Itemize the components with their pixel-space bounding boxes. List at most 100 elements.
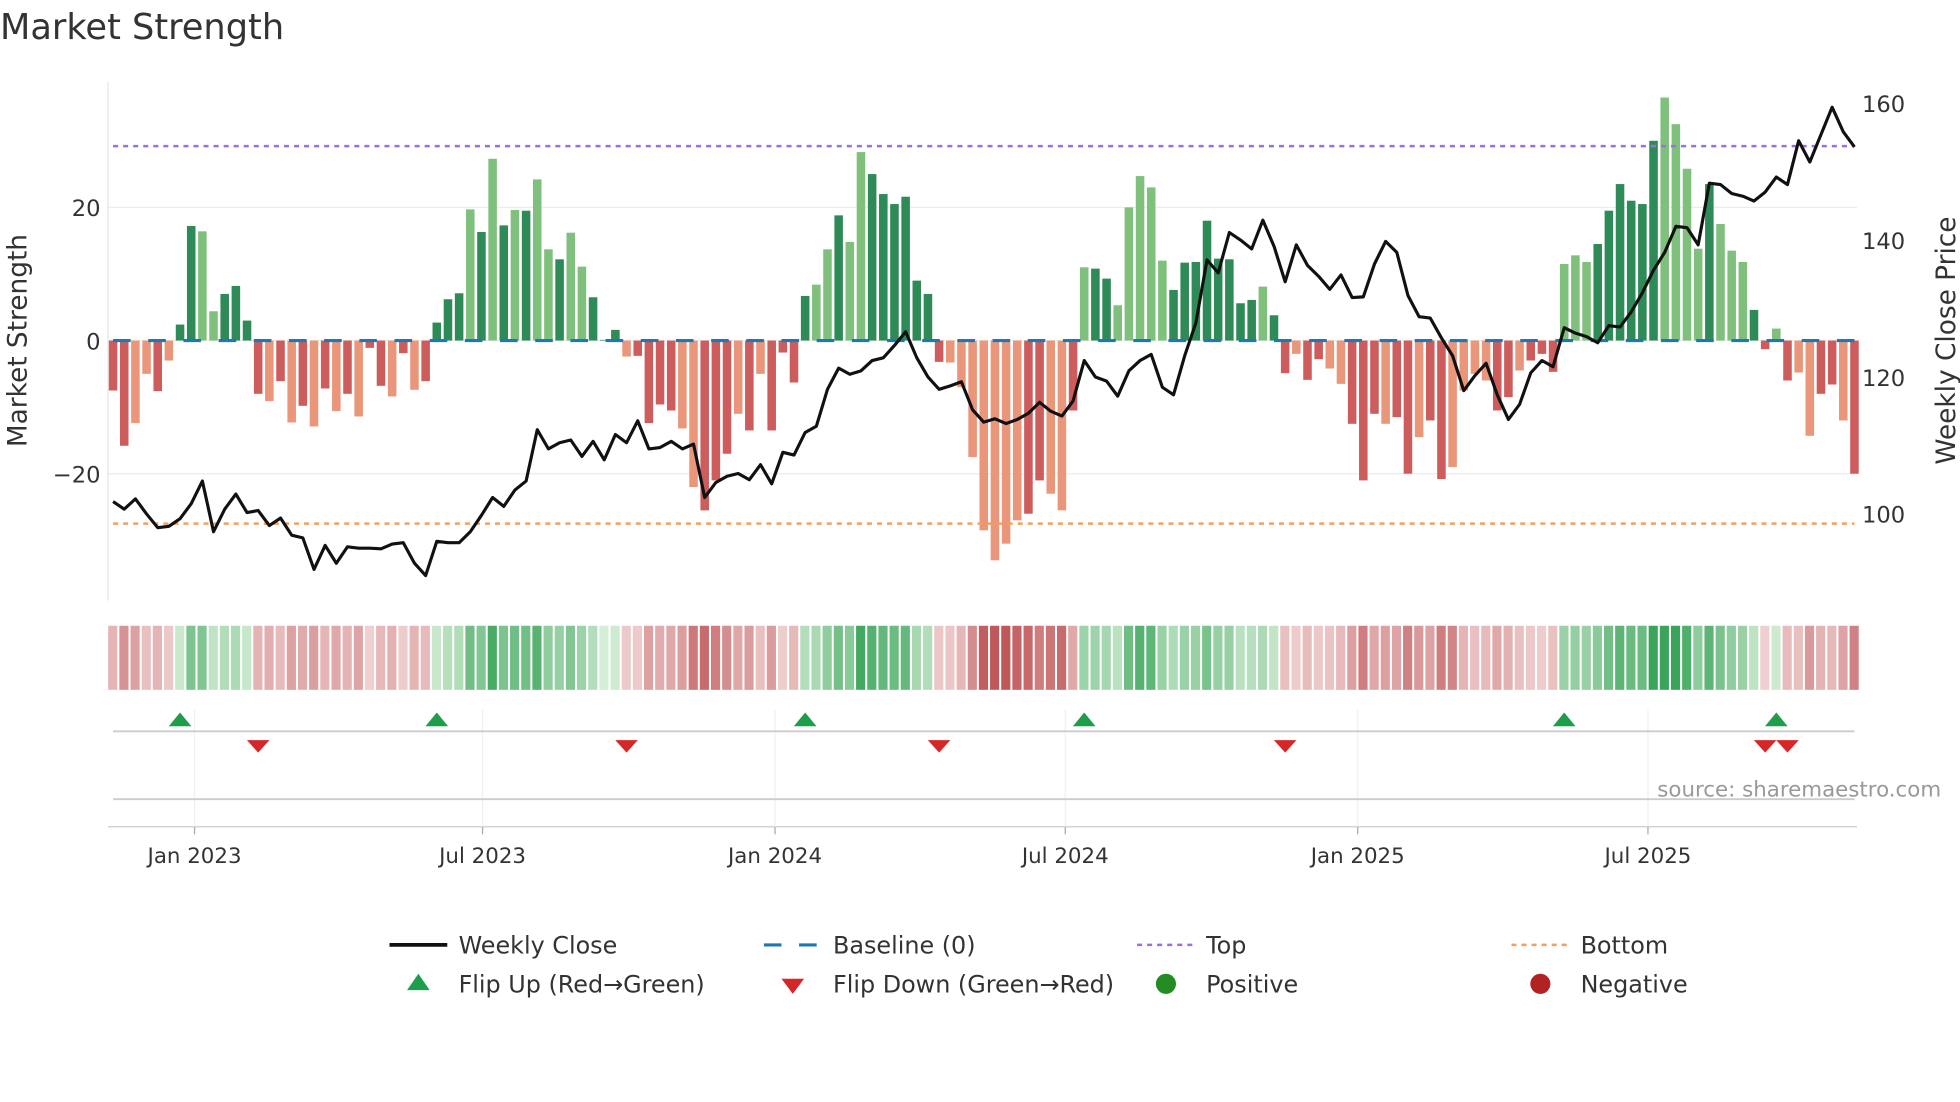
strength-bar xyxy=(387,340,397,397)
heat-cell xyxy=(364,625,375,690)
heat-cell xyxy=(510,625,520,690)
heat-cell xyxy=(141,625,151,690)
strength-bar xyxy=(867,174,877,341)
strength-bar xyxy=(432,322,442,341)
heat-cell xyxy=(1592,625,1602,690)
heat-cell xyxy=(621,625,631,690)
strength-bar xyxy=(1437,340,1446,480)
strength-bar xyxy=(555,259,564,341)
heat-cell xyxy=(1146,625,1156,690)
heat-cell xyxy=(1626,625,1636,690)
strength-bar xyxy=(1504,340,1513,398)
strength-bar xyxy=(1682,168,1692,341)
heat-cell xyxy=(1135,625,1145,690)
strength-bar xyxy=(577,266,587,341)
strength-bar xyxy=(901,196,910,341)
y2-tick-label: 140 xyxy=(1862,229,1905,255)
strength-bar xyxy=(376,340,386,386)
heat-cell xyxy=(1023,625,1033,690)
strength-bar xyxy=(1515,340,1524,371)
strength-bar xyxy=(800,295,810,341)
heat-cell xyxy=(777,625,788,690)
strength-bar xyxy=(1582,261,1591,341)
strength-bar xyxy=(108,340,118,391)
heat-cell xyxy=(1436,625,1446,690)
heat-cell xyxy=(1157,625,1167,690)
strength-bar xyxy=(1012,340,1022,521)
legend: Weekly Close Baseline (0) Top Bottom Flip Up… xyxy=(389,932,1688,999)
strength-bar xyxy=(499,225,509,341)
strength-bar xyxy=(622,340,631,357)
heat-cell xyxy=(655,625,665,690)
strength-bar xyxy=(1805,340,1815,436)
heat-cell xyxy=(219,625,229,690)
flip-down-marker xyxy=(246,740,270,753)
heat-cell xyxy=(1358,625,1368,690)
strength-bar xyxy=(399,340,408,354)
legend-item: Weekly Close xyxy=(389,932,617,960)
heat-cell xyxy=(119,625,129,690)
flip-up-marker xyxy=(1765,712,1788,727)
strength-bar xyxy=(298,340,308,406)
heat-cell xyxy=(1492,625,1502,690)
legend-triangle-down-icon xyxy=(781,978,805,994)
heat-cell xyxy=(1246,625,1256,690)
strength-bar xyxy=(466,209,475,341)
strength-bar xyxy=(1827,340,1837,385)
strength-bar xyxy=(1414,340,1424,438)
heat-cell xyxy=(152,625,162,690)
strength-bar xyxy=(778,340,788,353)
strength-bar xyxy=(1626,200,1636,341)
heat-cell xyxy=(666,625,676,690)
heat-cell xyxy=(465,625,475,690)
y2-tick-label: 160 xyxy=(1862,92,1905,118)
heat-cell xyxy=(911,625,922,690)
strength-bar xyxy=(1113,305,1122,341)
strength-bar xyxy=(745,340,754,431)
heat-cell xyxy=(1224,625,1234,690)
strength-bar xyxy=(934,340,944,362)
heat-cell xyxy=(398,625,408,690)
strength-bar xyxy=(477,232,486,341)
strength-bar xyxy=(343,340,352,394)
strength-bar xyxy=(566,232,576,341)
strength-bar xyxy=(1749,309,1759,341)
legend-item: Top xyxy=(1137,932,1246,960)
heat-cell xyxy=(945,625,955,690)
legend-item: Baseline (0) xyxy=(763,932,976,960)
heat-cell xyxy=(1816,625,1826,690)
heat-cell xyxy=(610,625,620,690)
strength-bar xyxy=(131,340,140,424)
strength-bar xyxy=(142,340,151,374)
heat-cell xyxy=(1101,625,1111,690)
heat-cell xyxy=(443,625,453,690)
heat-cell xyxy=(1525,625,1536,690)
heat-cell xyxy=(632,625,642,690)
heat-cell xyxy=(1347,625,1357,690)
heat-cell xyxy=(811,625,821,690)
strength-bar xyxy=(633,340,642,356)
heat-cell xyxy=(275,625,285,690)
strength-bar xyxy=(1403,340,1413,474)
market-strength-chart: Market Strength Market Strength Weekly C… xyxy=(0,7,1960,999)
legend-label: Top xyxy=(1205,932,1246,960)
strength-bars xyxy=(108,97,1859,561)
legend-label: Bottom xyxy=(1581,932,1669,960)
heat-cell xyxy=(789,625,799,690)
strength-bar xyxy=(946,340,955,363)
heat-cell xyxy=(1793,625,1803,690)
x-tick-label: Jul 2025 xyxy=(1603,844,1692,869)
strength-bar xyxy=(957,340,966,388)
heat-cell xyxy=(1045,625,1056,690)
strength-bar xyxy=(410,340,419,390)
legend-circle-icon xyxy=(1530,973,1551,994)
heat-cell xyxy=(1425,625,1435,690)
heat-cell xyxy=(1603,625,1614,690)
heat-cell xyxy=(454,625,464,690)
strength-bar xyxy=(1024,340,1033,514)
legend-item: Bottom xyxy=(1511,932,1668,960)
strength-bar xyxy=(276,340,285,382)
heat-cell xyxy=(1537,625,1547,690)
heat-cell xyxy=(1369,625,1379,690)
strength-bar xyxy=(164,340,174,361)
